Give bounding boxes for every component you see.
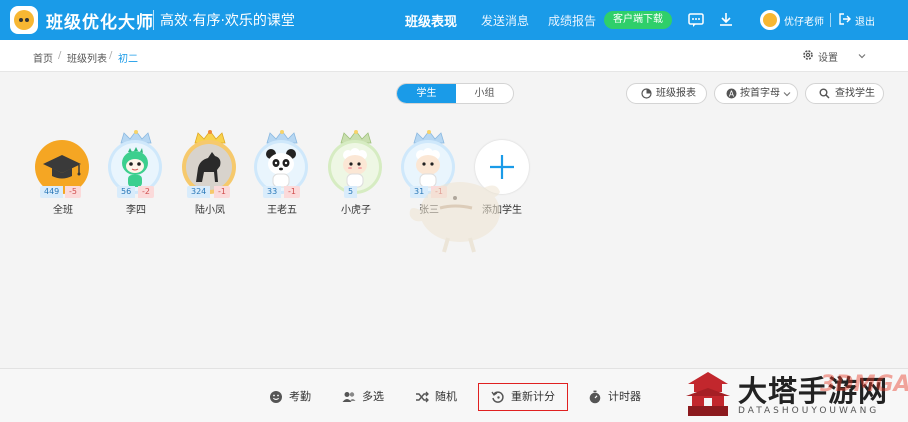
positive-score: 33 (263, 186, 282, 198)
positive-score: 56 (117, 186, 136, 198)
sort-label: 按首字母 (740, 88, 780, 99)
user-divider (830, 13, 831, 27)
negative-score: -5 (65, 186, 81, 198)
user-avatar[interactable] (760, 10, 780, 30)
breadcrumb-current: 初二 (118, 54, 138, 65)
student-card[interactable]: 33 -1 王老五 (251, 130, 313, 216)
search-icon (819, 88, 830, 99)
nav-class-performance[interactable]: 班级表现 (405, 11, 457, 30)
nav-send-message[interactable]: 发送消息 (481, 12, 529, 29)
gear-icon (803, 50, 813, 60)
student-name: 李四 (126, 205, 146, 216)
client-download-button[interactable]: 客户端下载 (604, 11, 672, 29)
app-title: 班级优化大师 (46, 13, 154, 33)
attendance-label: 考勤 (289, 390, 311, 403)
multi-select-label: 多选 (362, 390, 384, 403)
shuffle-icon (416, 391, 429, 403)
find-student-label: 查找学生 (835, 88, 875, 99)
negative-score: -1 (214, 186, 230, 198)
timer-label: 计时器 (608, 390, 641, 403)
users-icon (342, 392, 356, 402)
stopwatch-icon (589, 390, 601, 404)
letter-a-icon: A (726, 88, 737, 99)
timer-tool[interactable]: 计时器 (588, 389, 644, 405)
breadcrumb-separator: / (109, 50, 113, 61)
random-label: 随机 (435, 390, 457, 403)
pagoda-logo-icon (686, 372, 730, 416)
student-card[interactable]: 5 小虎子 (325, 130, 387, 216)
toggle-students[interactable]: 学生 (397, 84, 456, 103)
chevron-down-icon[interactable] (858, 52, 866, 60)
breadcrumb-bar: 首页 / 班级列表 / 初二 设置 (0, 40, 908, 72)
student-card-whole-class[interactable]: 449 -5 全班 (32, 140, 94, 216)
title-divider (153, 10, 154, 30)
positive-score: 5 (344, 186, 358, 198)
student-name: 王老五 (267, 205, 297, 216)
attendance-tool[interactable]: 考勤 (269, 389, 315, 405)
breadcrumb-class-list[interactable]: 班级列表 (67, 50, 107, 65)
app-slogan: 高效·有序·欢乐的课堂 (160, 13, 295, 29)
negative-score: -1 (284, 186, 300, 198)
sort-dropdown[interactable]: A 按首字母 (714, 83, 798, 104)
app-logo (10, 6, 38, 34)
logout-link[interactable]: 退出 (855, 13, 875, 28)
student-name: 陆小凤 (195, 205, 225, 216)
mascot-watermark (409, 182, 500, 253)
pie-chart-icon (641, 88, 652, 99)
toggle-groups[interactable]: 小组 (455, 84, 513, 103)
negative-score: -2 (138, 186, 154, 198)
svg-text:A: A (729, 89, 735, 98)
find-student-button[interactable]: 查找学生 (805, 83, 884, 104)
student-name: 小虎子 (341, 205, 371, 216)
site-watermark: 大塔手游网 DATASHOUYOUWANG 3DMGAME (682, 364, 908, 422)
reset-score-tool[interactable]: 重新计分 (478, 383, 568, 411)
download-icon[interactable] (717, 11, 735, 29)
reset-score-label: 重新计分 (511, 390, 555, 403)
top-header: 班级优化大师 高效·有序·欢乐的课堂 班级表现 发送消息 成绩报告 客户端下载 … (0, 0, 908, 40)
nav-grade-report[interactable]: 成绩报告 (548, 12, 596, 29)
logout-icon[interactable] (838, 12, 852, 26)
chevron-down-icon (783, 92, 791, 97)
settings-label: 设置 (818, 53, 838, 64)
random-tool[interactable]: 随机 (415, 389, 461, 405)
user-name[interactable]: 优仔老师 (784, 13, 824, 28)
brand-subtitle: DATASHOUYOUWANG (738, 406, 880, 416)
class-report-button[interactable]: 班级报表 (626, 83, 707, 104)
student-card[interactable]: 324 -1 陆小凤 (179, 130, 241, 216)
settings-menu[interactable]: 设置 (803, 49, 838, 64)
class-report-label: 班级报表 (656, 88, 696, 99)
overlay-watermark: 3DMGAME (820, 372, 908, 397)
multi-select-tool[interactable]: 多选 (342, 389, 388, 405)
student-name: 全班 (53, 205, 73, 216)
positive-score: 324 (187, 186, 211, 198)
breadcrumb-home[interactable]: 首页 (33, 50, 53, 65)
positive-score: 449 (40, 186, 64, 198)
student-card[interactable]: 56 -2 李四 (105, 130, 167, 216)
reset-icon (491, 391, 504, 403)
smiley-icon (270, 391, 282, 403)
view-toggle: 学生 小组 (396, 83, 514, 104)
message-icon[interactable] (687, 11, 705, 29)
breadcrumb-separator: / (58, 50, 62, 61)
